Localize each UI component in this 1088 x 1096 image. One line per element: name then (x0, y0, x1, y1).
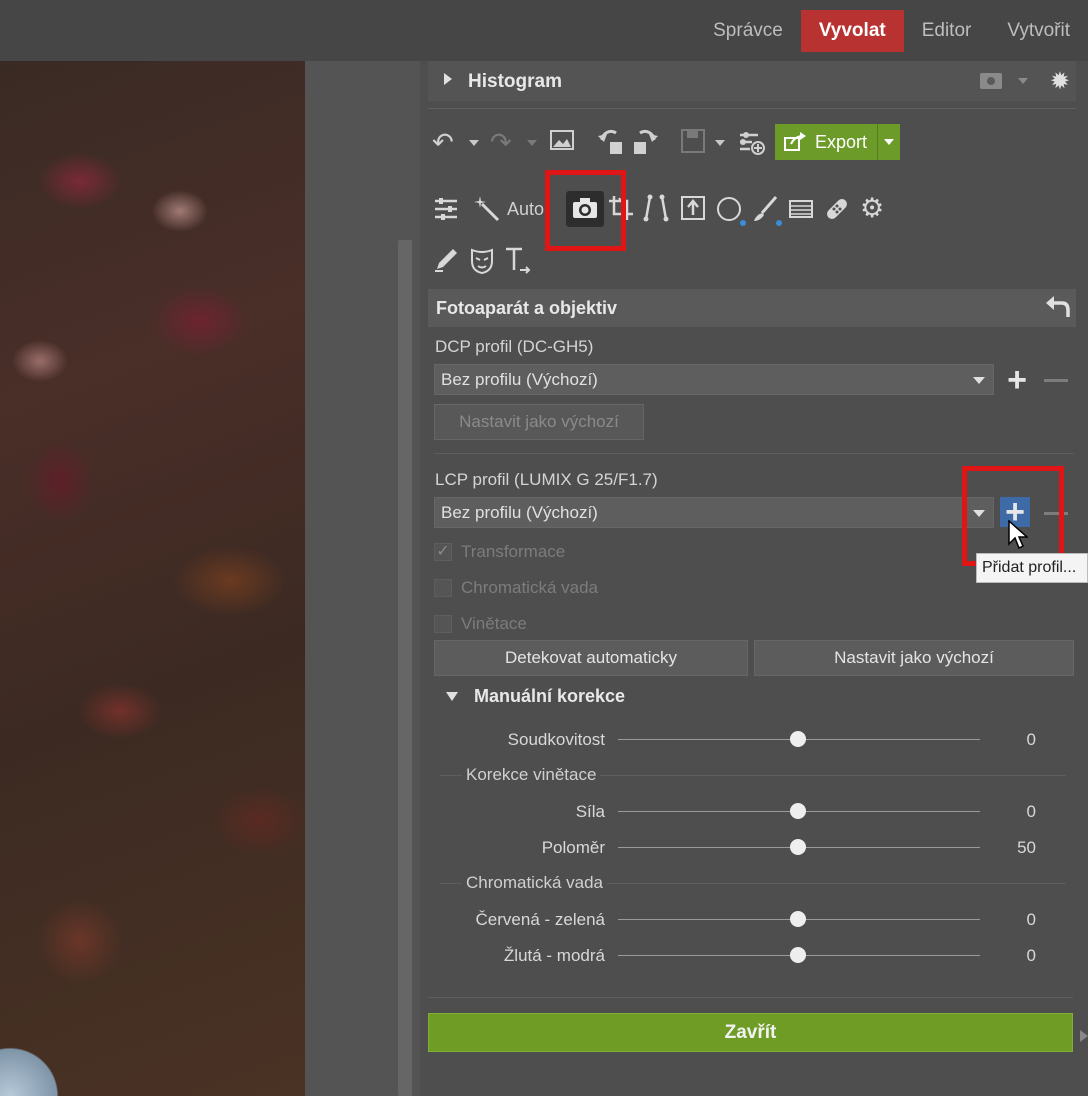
dcp-add-button[interactable]: + (1002, 363, 1032, 397)
dcp-value: Bez profilu (Výchozí) (441, 370, 598, 389)
slider-knob[interactable] (790, 839, 806, 855)
settings-icon[interactable]: ⚙ (860, 194, 884, 222)
camera-icon (572, 196, 598, 227)
chevron-down-icon (973, 510, 985, 517)
lcp-remove-button (1044, 512, 1068, 515)
expand-icon (444, 73, 452, 85)
gradient-icon[interactable] (788, 197, 814, 228)
camera-view-icon[interactable] (980, 73, 1002, 89)
auto-button[interactable]: Auto (507, 199, 544, 220)
brush-icon[interactable] (752, 195, 784, 234)
chromaticka-vada-checkbox[interactable] (434, 579, 452, 597)
chromaticka-vada-label: Chromatická vada (461, 578, 599, 597)
slider-knob[interactable] (790, 947, 806, 963)
group-divider: Chromatická vada (440, 873, 1066, 893)
export-label: Export (815, 131, 868, 152)
slider-value[interactable]: 0 (996, 910, 1036, 930)
lcp-label: LCP profil (LUMIX G 25/F1.7) (435, 470, 658, 489)
tab-vyvolat[interactable]: Vyvolat (800, 10, 904, 52)
add-profile-tooltip: Přidat profil... (976, 553, 1088, 583)
slider-knob[interactable] (790, 803, 806, 819)
camera-lens-section-header[interactable]: Fotoaparát a objektiv (428, 289, 1076, 327)
slider-value[interactable]: 0 (996, 802, 1036, 822)
dcp-profile-select[interactable]: Bez profilu (Výchozí) (434, 364, 994, 395)
transformace-label: Transformace (461, 542, 566, 561)
upright-icon[interactable] (680, 195, 706, 228)
dcp-label: DCP profil (DC-GH5) (435, 337, 594, 356)
dcp-remove-button (1044, 379, 1068, 382)
settings-plus-icon[interactable] (738, 128, 766, 162)
image-icon[interactable] (549, 128, 575, 158)
slider-value[interactable]: 50 (996, 838, 1036, 858)
module-nav: Správce Vyvolat Editor Vytvořit (695, 10, 1088, 52)
section-title: Fotoaparát a objektiv (436, 298, 618, 318)
slider-label: Soudkovitost (507, 730, 605, 749)
photo-subject (0, 1036, 60, 1096)
perspective-icon[interactable] (642, 194, 670, 229)
slider-value[interactable]: 0 (996, 730, 1036, 750)
divider (434, 453, 1074, 454)
vinetace-label: Vinětace (461, 614, 527, 633)
save-dropdown-icon[interactable] (715, 140, 725, 146)
group-divider: Korekce vinětace (440, 765, 1066, 785)
redo-icon[interactable]: ↷ (490, 127, 512, 157)
slider-label: Síla (575, 802, 605, 821)
manual-title: Manuální korekce (474, 686, 626, 706)
slider-label: Poloměr (541, 838, 605, 857)
save-icon (680, 128, 706, 160)
lcp-set-default-button[interactable]: Nastavit jako výchozí (754, 640, 1074, 676)
transformace-checkbox[interactable]: ✓ (434, 543, 452, 561)
redo-dropdown-icon (527, 140, 537, 146)
undo-icon[interactable]: ↶ (432, 127, 454, 157)
histogram-header[interactable]: Histogram ✹ (428, 61, 1076, 101)
rotate-right-icon[interactable] (632, 128, 660, 162)
tab-editor[interactable]: Editor (904, 10, 990, 52)
chroma-group-label: Chromatická vada (462, 873, 608, 893)
export-icon (784, 132, 806, 151)
lcp-value: Bez profilu (Výchozí) (441, 503, 598, 522)
histogram-title: Histogram (468, 71, 562, 92)
divider (428, 997, 1073, 998)
vignette-group-label: Korekce vinětace (462, 765, 601, 785)
radial-filter-icon[interactable] (716, 195, 748, 234)
photo-preview[interactable] (0, 61, 305, 1096)
slider-label: Červená - zelená (475, 910, 605, 929)
detect-auto-button[interactable]: Detekovat automaticky (434, 640, 748, 676)
brightness-icon[interactable]: ✹ (1050, 67, 1070, 96)
chevron-down-icon (973, 377, 985, 384)
lcp-profile-select[interactable]: Bez profilu (Výchozí) (434, 497, 994, 528)
pencil-icon[interactable] (433, 247, 459, 280)
mask-icon[interactable] (469, 247, 495, 282)
panel-scrollbar[interactable] (398, 240, 412, 1096)
vinetace-checkbox[interactable] (434, 615, 452, 633)
slider-label: Žlutá - modrá (503, 946, 605, 965)
export-button[interactable]: Export (775, 124, 900, 160)
top-bar: Správce Vyvolat Editor Vytvořit (0, 0, 1088, 62)
slider-knob[interactable] (790, 911, 806, 927)
tab-spravce[interactable]: Správce (695, 10, 801, 52)
slider-knob[interactable] (790, 731, 806, 747)
rotate-left-icon[interactable] (596, 128, 624, 162)
dcp-set-default-button: Nastavit jako výchozí (434, 404, 644, 440)
undo-dropdown-icon[interactable] (469, 140, 479, 146)
close-button[interactable]: Zavřít (428, 1013, 1073, 1052)
tab-vytvorit[interactable]: Vytvořit (989, 10, 1088, 52)
export-main[interactable]: Export (775, 124, 877, 160)
collapse-icon (446, 692, 458, 701)
magic-wand-icon[interactable] (472, 194, 500, 229)
crop-icon[interactable] (607, 194, 635, 229)
divider (428, 108, 1076, 109)
reset-icon[interactable] (1044, 293, 1072, 328)
export-dropdown[interactable] (877, 124, 900, 160)
slider-value[interactable]: 0 (996, 946, 1036, 966)
chevron-down-icon[interactable] (1018, 78, 1028, 84)
panel-arrow-icon (1080, 1030, 1088, 1042)
healing-icon[interactable] (823, 195, 851, 230)
sliders-icon[interactable] (433, 196, 459, 229)
mouse-cursor-icon (1008, 519, 1029, 555)
text-icon[interactable] (504, 246, 532, 283)
